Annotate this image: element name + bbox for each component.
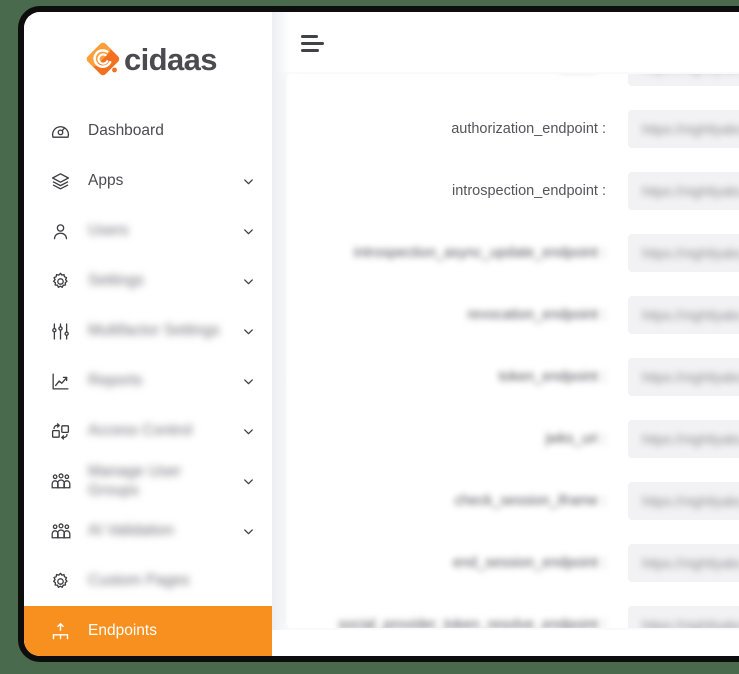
- sidebar-item-users[interactable]: Users: [24, 206, 272, 256]
- layers-icon: [50, 171, 76, 192]
- sliders-icon: [50, 321, 76, 342]
- sidebar-item-label: AI Validation: [88, 522, 174, 540]
- field-value: https://nightlyabc.cidaas.de: [642, 493, 739, 509]
- endpoint-icon: [50, 621, 76, 642]
- sidebar-item-apps[interactable]: Apps: [24, 156, 272, 206]
- sidebar-item-label: Multifactor Settings: [88, 322, 220, 340]
- endpoint-field-list: issuer : https://nightlyabc.cidaas.de au…: [286, 74, 739, 628]
- chevron-down-icon[interactable]: [240, 174, 256, 189]
- sidebar-item-label: Endpoints: [88, 622, 157, 640]
- blocks-sync-icon: [50, 421, 76, 442]
- chevron-down-icon[interactable]: [240, 374, 256, 389]
- field-label: token_endpoint :: [498, 369, 606, 385]
- panel-bottom-spacer: [272, 630, 739, 656]
- gear-icon: [50, 571, 76, 592]
- sidebar-item-label: Reports: [88, 372, 143, 390]
- field-label: revocation_endpoint :: [467, 307, 606, 323]
- field-value: https://nightlyabc.cidaas.de: [642, 431, 739, 447]
- field-label: check_session_iframe :: [454, 493, 606, 509]
- sidebar-item-reports[interactable]: Reports: [24, 356, 272, 406]
- browser-frame: cidaas Dashboard Apps Users Settings Mul…: [18, 6, 739, 662]
- field-row: end_session_endpoint : https://nightlyab…: [286, 532, 739, 594]
- hamburger-icon[interactable]: [301, 35, 327, 56]
- hamburger-line: [301, 49, 319, 52]
- app-window: cidaas Dashboard Apps Users Settings Mul…: [24, 12, 739, 656]
- field-input[interactable]: https://nightlyabc.cidaas.de: [628, 358, 739, 396]
- field-input[interactable]: https://nightlyabc.cidaas.de: [628, 606, 739, 628]
- field-input[interactable]: https://nightlyabc.cidaas.de: [628, 296, 739, 334]
- field-value: https://nightlyabc.cidaas.de: [642, 555, 739, 571]
- speedometer-icon: [50, 121, 76, 142]
- chevron-down-icon[interactable]: [240, 424, 256, 439]
- field-input[interactable]: https://nightlyabc.cidaas.de: [628, 110, 739, 148]
- group-icon: [50, 470, 76, 492]
- brand-name: cidaas: [124, 41, 218, 77]
- main-content: issuer : https://nightlyabc.cidaas.de au…: [272, 12, 739, 656]
- sidebar-item-multifactor-settings[interactable]: Multifactor Settings: [24, 306, 272, 356]
- sidebar-item-dashboard[interactable]: Dashboard: [24, 106, 272, 156]
- top-bar: [272, 12, 739, 72]
- field-input[interactable]: https://nightlyabc.cidaas.de: [628, 74, 739, 86]
- sidebar-item-label: Settings: [88, 272, 145, 290]
- sidebar-item-label: Access Control: [88, 422, 193, 440]
- hamburger-line: [301, 42, 324, 45]
- field-value: https://nightlyabc.cidaas.de: [642, 369, 739, 385]
- group-icon: [50, 520, 76, 542]
- field-input[interactable]: https://nightlyabc.cidaas.de: [628, 544, 739, 582]
- field-input[interactable]: https://nightlyabc.cidaas.de: [628, 420, 739, 458]
- chart-trend-icon: [50, 371, 76, 392]
- field-input[interactable]: https://nightlyabc.cidaas.de: [628, 482, 739, 520]
- sidebar-item-custom-pages[interactable]: Custom Pages: [24, 556, 272, 606]
- chevron-down-icon[interactable]: [240, 324, 256, 339]
- field-row: jwks_uri : https://nightlyabc.cidaas.de: [286, 408, 739, 470]
- field-label: end_session_endpoint :: [452, 555, 606, 571]
- field-row: revocation_endpoint : https://nightlyabc…: [286, 284, 739, 346]
- chevron-down-icon[interactable]: [240, 474, 256, 489]
- sidebar-item-label: Custom Pages: [88, 572, 190, 590]
- field-row: issuer : https://nightlyabc.cidaas.de: [286, 74, 739, 98]
- chevron-down-icon[interactable]: [240, 274, 256, 289]
- sidebar-item-label: Manage User Groups: [88, 462, 182, 499]
- sidebar-item-manage-user-groups[interactable]: Manage User Groups: [24, 456, 272, 506]
- field-row: authorization_endpoint : https://nightly…: [286, 98, 739, 160]
- field-value: https://nightlyabc.cidaas.de: [642, 245, 739, 261]
- field-label: issuer :: [296, 74, 628, 75]
- sidebar: cidaas Dashboard Apps Users Settings Mul…: [24, 12, 272, 656]
- field-row: introspection_endpoint : https://nightly…: [286, 160, 739, 222]
- field-row: introspection_async_update_endpoint : ht…: [286, 222, 739, 284]
- hamburger-line: [301, 35, 318, 38]
- field-value: https://nightlyabc.cidaas.de: [642, 183, 739, 199]
- chevron-down-icon[interactable]: [240, 224, 256, 239]
- brand-logo[interactable]: cidaas: [24, 12, 272, 106]
- field-value: https://nightlyabc.cidaas.de: [642, 121, 739, 137]
- field-value: https://nightlyabc.cidaas.de: [642, 74, 739, 75]
- field-label: introspection_endpoint :: [452, 183, 606, 199]
- field-label: introspection_async_update_endpoint :: [353, 245, 606, 261]
- field-row: token_endpoint : https://nightlyabc.cida…: [286, 346, 739, 408]
- sidebar-item-label: Dashboard: [88, 122, 164, 140]
- field-row: social_provider_token_resolve_endpoint :…: [286, 594, 739, 628]
- user-icon: [50, 221, 76, 242]
- field-value: https://nightlyabc.cidaas.de: [642, 617, 739, 629]
- sidebar-item-ai-validation[interactable]: AI Validation: [24, 506, 272, 556]
- field-row: check_session_iframe : https://nightlyab…: [286, 470, 739, 532]
- chevron-down-icon[interactable]: [240, 524, 256, 539]
- gear-icon: [50, 271, 76, 292]
- field-value: https://nightlyabc.cidaas.de: [642, 307, 739, 323]
- cidaas-diamond-logo-icon: [85, 41, 121, 77]
- field-label: jwks_uri :: [545, 431, 606, 447]
- sidebar-item-endpoints[interactable]: Endpoints: [24, 606, 272, 656]
- sidebar-item-label: Users: [88, 222, 129, 240]
- endpoints-panel: issuer : https://nightlyabc.cidaas.de au…: [286, 74, 739, 628]
- field-label: social_provider_token_resolve_endpoint :: [338, 617, 606, 628]
- field-input[interactable]: https://nightlyabc.cidaas.de: [628, 172, 739, 210]
- sidebar-item-label: Apps: [88, 172, 124, 190]
- field-input[interactable]: https://nightlyabc.cidaas.de: [628, 234, 739, 272]
- sidebar-nav: Dashboard Apps Users Settings Multifacto…: [24, 106, 272, 656]
- field-label: authorization_endpoint :: [451, 121, 606, 137]
- sidebar-item-access-control[interactable]: Access Control: [24, 406, 272, 456]
- sidebar-item-settings[interactable]: Settings: [24, 256, 272, 306]
